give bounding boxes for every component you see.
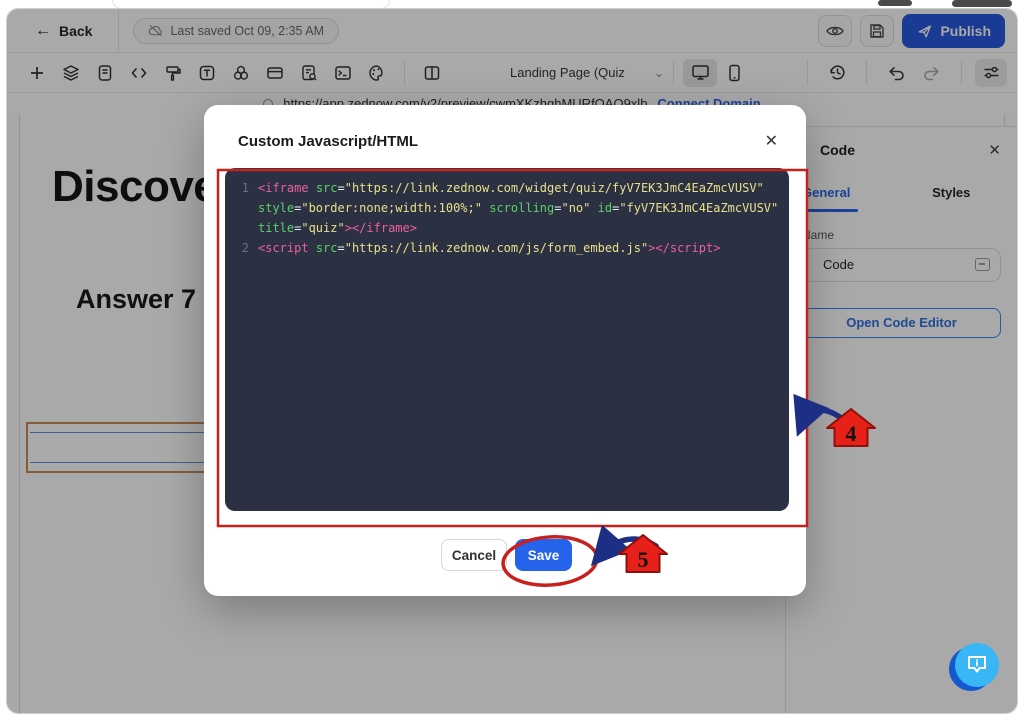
cancel-button[interactable]: Cancel — [441, 539, 507, 571]
modal-title: Custom Javascript/HTML — [238, 133, 418, 150]
modal-close-icon[interactable]: ✕ — [765, 131, 778, 151]
browser-chrome-remnant — [878, 0, 912, 6]
save-button[interactable]: Save — [515, 539, 572, 571]
chat-info-icon — [965, 654, 989, 676]
code-editor[interactable]: 1<iframe src="https://link.zednow.com/wi… — [225, 168, 789, 511]
custom-code-modal: Custom Javascript/HTML ✕ 1<iframe src="h… — [204, 105, 806, 596]
screenshot-stage: ← Back Last saved Oct 09, 2:35 AM — [0, 0, 1024, 722]
chat-circle — [955, 643, 999, 687]
help-chat-button[interactable] — [949, 643, 1001, 693]
browser-chrome-remnant — [952, 0, 1012, 7]
